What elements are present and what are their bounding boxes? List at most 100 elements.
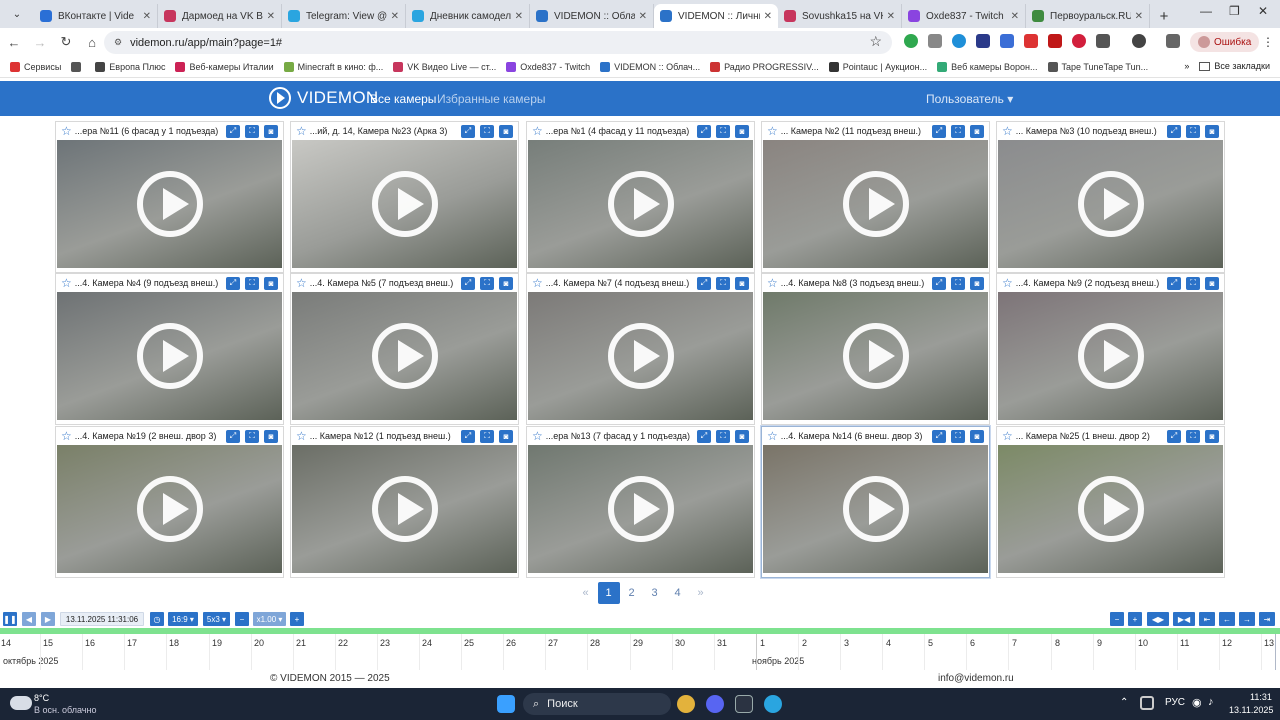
camera-feed[interactable]: [998, 140, 1223, 268]
camera-card[interactable]: ☆ ...ера №1 (4 фасад у 11 подъезда) ⤢ ⛶ ◙: [526, 121, 755, 273]
user-menu[interactable]: Пользователь ▾: [926, 92, 1013, 106]
favorite-star-icon[interactable]: ☆: [767, 125, 778, 137]
expand-icon[interactable]: ⤢: [226, 124, 240, 138]
play-icon[interactable]: [1077, 476, 1144, 542]
favorite-star-icon[interactable]: ☆: [61, 125, 72, 137]
videmon-logo[interactable]: VIDEMON: [269, 87, 378, 109]
new-tab-button[interactable]: +: [1150, 4, 1178, 28]
extension-icon[interactable]: [952, 34, 966, 48]
pause-button[interactable]: ❚❚: [3, 612, 17, 626]
play-icon[interactable]: [1077, 171, 1144, 237]
camera-card[interactable]: ☆ ...4. Камера №7 (4 подъезд внеш.) ⤢ ⛶ ◙: [526, 273, 755, 425]
snapshot-camera-icon[interactable]: ◙: [499, 276, 513, 290]
expand-icon[interactable]: ⤢: [1167, 429, 1181, 443]
expand-icon[interactable]: ⤢: [932, 124, 946, 138]
clock-date[interactable]: 13.11.2025: [1229, 705, 1273, 715]
snapshot-camera-icon[interactable]: ◙: [1205, 429, 1219, 443]
favorite-star-icon[interactable]: ☆: [296, 277, 307, 289]
tray-app-icon[interactable]: [1140, 696, 1154, 710]
scroll-right-button[interactable]: →: [1239, 612, 1255, 626]
snapshot-camera-icon[interactable]: ◙: [499, 124, 513, 138]
camera-feed[interactable]: [998, 445, 1223, 573]
play-icon[interactable]: [607, 171, 674, 237]
favorite-star-icon[interactable]: ☆: [1002, 277, 1013, 289]
expand-icon[interactable]: ⤢: [697, 124, 711, 138]
snapshot-camera-icon[interactable]: ◙: [264, 124, 278, 138]
expand-icon[interactable]: ⤢: [932, 276, 946, 290]
close-tab-icon[interactable]: ✕: [887, 11, 895, 22]
close-tab-icon[interactable]: ✕: [267, 11, 275, 22]
step-forward-button[interactable]: ▶: [41, 612, 55, 626]
bookmark-item[interactable]: Веб камеры Ворон...: [937, 61, 1038, 72]
camera-card[interactable]: ☆... Камера №2 (11 подъезд внеш.) ⤢ ⛶ ◙: [761, 121, 990, 273]
camera-feed[interactable]: [998, 292, 1223, 420]
start-icon[interactable]: [497, 695, 515, 713]
fullscreen-icon[interactable]: ⛶: [716, 429, 730, 443]
close-tab-icon[interactable]: ✕: [143, 11, 151, 22]
close-tab-icon[interactable]: ✕: [515, 11, 523, 22]
camera-card[interactable]: ☆... Камера №25 (1 внеш. двор 2) ⤢ ⛶ ◙: [996, 426, 1225, 578]
bookmark-item[interactable]: Радио PROGRESSIV...: [710, 61, 819, 72]
tab-search-dropdown[interactable]: ⌄: [0, 0, 34, 28]
favorite-star-icon[interactable]: ☆: [296, 430, 307, 442]
menu-icon[interactable]: ⋮: [1262, 35, 1274, 49]
zoom-out-button[interactable]: −: [1110, 612, 1124, 626]
weather-icon[interactable]: [10, 696, 32, 710]
fullscreen-icon[interactable]: ⛶: [480, 124, 494, 138]
snapshot-camera-icon[interactable]: ◙: [264, 276, 278, 290]
fullscreen-icon[interactable]: ⛶: [245, 276, 259, 290]
close-tab-icon[interactable]: ✕: [764, 11, 772, 22]
snapshot-camera-icon[interactable]: ◙: [1205, 124, 1219, 138]
clock-time[interactable]: 11:31: [1250, 692, 1272, 702]
profile-error-button[interactable]: Ошибка: [1190, 32, 1260, 52]
camera-card[interactable]: ☆ ...ера №11 (6 фасад у 1 подъезда) ⤢ ⛶ ◙: [55, 121, 284, 273]
page-1[interactable]: 1: [597, 582, 620, 604]
expand-icon[interactable]: ⤢: [226, 429, 240, 443]
apps-grid-icon[interactable]: [71, 61, 85, 72]
browser-tab[interactable]: Sovushka15 на VK Ви ✕: [778, 4, 902, 28]
bookmark-star-icon[interactable]: ☆: [869, 33, 882, 50]
play-icon[interactable]: [136, 171, 203, 237]
camera-feed[interactable]: [528, 445, 753, 573]
snapshot-camera-icon[interactable]: ◙: [735, 429, 749, 443]
camera-card[interactable]: ☆ ...ера №13 (7 фасад у 1 подъезда) ⤢ ⛶ ◙: [526, 426, 755, 578]
forward-icon[interactable]: →: [28, 30, 52, 54]
speed-select[interactable]: x1.00 ▾: [253, 612, 286, 626]
camera-feed[interactable]: [57, 445, 282, 573]
go-start-button[interactable]: ⇤: [1199, 612, 1215, 626]
page-3[interactable]: 3: [644, 582, 666, 604]
play-icon[interactable]: [371, 171, 438, 237]
pdf-icon[interactable]: [1048, 34, 1062, 48]
snapshot-camera-icon[interactable]: ◙: [970, 429, 984, 443]
bookmark-item[interactable]: Minecraft в кино: ф...: [283, 61, 383, 72]
snapshot-camera-icon[interactable]: ◙: [735, 276, 749, 290]
favorite-star-icon[interactable]: ☆: [61, 277, 72, 289]
snapshot-camera-icon[interactable]: ◙: [1205, 276, 1219, 290]
browser-tab[interactable]: VIDEMON :: Личный ✕: [654, 4, 778, 28]
home-icon[interactable]: ⌂: [80, 30, 104, 54]
camera-card[interactable]: ☆ ...4. Камера №5 (7 подъезд внеш.) ⤢ ⛶ ◙: [290, 273, 519, 425]
language-indicator[interactable]: РУС: [1165, 697, 1185, 708]
camera-card[interactable]: ☆ ...4. Камера №14 (6 внеш. двор 3) ⤢ ⛶ ◙: [761, 426, 990, 578]
fullscreen-icon[interactable]: ⛶: [951, 276, 965, 290]
volume-icon[interactable]: ♪: [1208, 696, 1214, 708]
extension-icon[interactable]: [1072, 34, 1086, 48]
browser-tab[interactable]: Первоуральск.RU - ✕: [1026, 4, 1150, 28]
favorite-star-icon[interactable]: ☆: [532, 430, 543, 442]
expand-icon[interactable]: ⤢: [226, 276, 240, 290]
go-end-button[interactable]: ⇥: [1259, 612, 1275, 626]
play-icon[interactable]: [136, 476, 203, 542]
zoom-in-button[interactable]: +: [1128, 612, 1142, 626]
speed-decrease-button[interactable]: −: [235, 612, 249, 626]
collapse-timeline-button[interactable]: ▶◀: [1173, 612, 1195, 626]
back-icon[interactable]: ←: [2, 30, 26, 54]
fullscreen-icon[interactable]: ⛶: [245, 429, 259, 443]
favorite-star-icon[interactable]: ☆: [767, 277, 778, 289]
bookmark-item[interactable]: Сервисы: [10, 61, 61, 72]
favorite-star-icon[interactable]: ☆: [532, 125, 543, 137]
maximize-icon[interactable]: ❐: [1229, 4, 1240, 18]
speed-increase-button[interactable]: +: [290, 612, 304, 626]
expand-icon[interactable]: ⤢: [932, 429, 946, 443]
play-icon[interactable]: [842, 476, 909, 542]
telegram-icon[interactable]: [764, 695, 782, 713]
